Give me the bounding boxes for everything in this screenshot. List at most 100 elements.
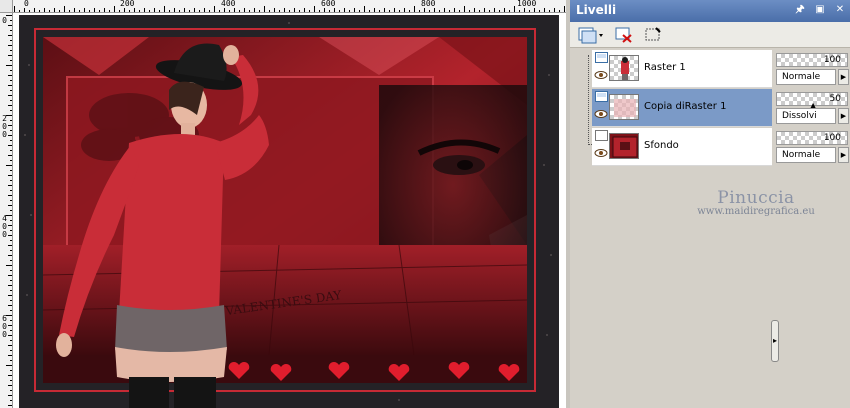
ruler-tick <box>509 10 510 12</box>
ruler-tick <box>119 10 120 12</box>
ruler-tick <box>489 10 490 12</box>
opacity-slider[interactable]: 100 <box>776 131 848 145</box>
ruler-tick <box>8 225 12 226</box>
ruler-tick <box>8 135 12 136</box>
ruler-tick <box>10 70 12 71</box>
image-canvas[interactable]: VALENTINE'S DAY <box>19 15 559 408</box>
ruler-tick <box>289 10 290 12</box>
ruler-tick <box>564 6 565 12</box>
ruler-tick <box>8 275 12 276</box>
new-layer-button[interactable] <box>578 25 604 45</box>
ruler-tick <box>344 8 345 12</box>
ruler-tick <box>114 6 115 12</box>
ruler-tick <box>444 8 445 12</box>
ruler-tick <box>44 8 45 12</box>
ruler-tick <box>234 8 235 12</box>
ruler-tick <box>10 40 12 41</box>
ruler-tick <box>10 290 12 291</box>
ruler-tick <box>359 10 360 12</box>
ruler-tick <box>219 10 220 12</box>
ruler-tick <box>304 8 305 12</box>
opacity-slider[interactable]: 50 ▲ <box>776 92 848 110</box>
ruler-tick <box>504 8 505 12</box>
palette-title: Livelli <box>576 3 617 17</box>
palette-titlebar[interactable]: Livelli 🖈︎ ▣ ✕ <box>570 0 850 22</box>
watermark-name: Pinuccia <box>717 188 795 208</box>
ruler-corner <box>0 0 13 13</box>
background-layer-icon <box>595 130 608 141</box>
ruler-tick <box>184 8 185 12</box>
ruler-tick <box>259 10 260 12</box>
layer-row-sfondo[interactable]: Sfondo <box>592 128 772 166</box>
ruler-tick <box>34 8 35 12</box>
visibility-eye-icon[interactable] <box>594 109 608 119</box>
ruler-tick <box>544 8 545 12</box>
ruler-tick <box>84 8 85 12</box>
ruler-tick <box>229 10 230 12</box>
ruler-tick <box>89 10 90 12</box>
ruler-tick <box>10 250 12 251</box>
ruler-tick <box>10 50 12 51</box>
ruler-tick <box>534 8 535 12</box>
blend-dropdown-arrow-icon[interactable]: ▶ <box>838 147 849 163</box>
ruler-tick <box>529 10 530 12</box>
ruler-tick <box>189 10 190 12</box>
ruler-tick <box>429 10 430 12</box>
ruler-tick <box>8 255 12 256</box>
ruler-tick <box>484 8 485 12</box>
layer-row-copia-diraster1[interactable]: Copia diRaster 1 <box>592 89 772 127</box>
ruler-tick <box>10 260 12 261</box>
ruler-tick <box>10 20 12 21</box>
ruler-tick <box>469 10 470 12</box>
blend-mode-select[interactable]: Normale <box>776 147 836 163</box>
ruler-tick <box>10 120 12 121</box>
ruler-label: 600 <box>321 0 336 8</box>
layer-props-raster1: 100 Normale ▶ <box>776 50 850 88</box>
ruler-label: 400 <box>2 214 7 239</box>
ruler-tick <box>10 160 12 161</box>
ruler-tick <box>209 10 210 12</box>
ruler-tick <box>404 8 405 12</box>
ruler-tick <box>354 8 355 12</box>
layer-row-raster1[interactable]: Raster 1 <box>592 50 772 88</box>
ruler-tick <box>29 10 30 12</box>
mask-button[interactable] <box>644 25 664 45</box>
visibility-eye-icon[interactable] <box>594 148 608 158</box>
pin-icon[interactable]: 🖈︎ <box>794 3 806 16</box>
minimize-icon[interactable]: ▣ <box>814 3 826 16</box>
layers-palette: Livelli 🖈︎ ▣ ✕ Raster 1 Copia diRaster 1… <box>566 0 850 408</box>
ruler-tick <box>519 10 520 12</box>
ruler-tick <box>10 390 12 391</box>
ruler-tick <box>10 370 12 371</box>
ruler-tick <box>174 8 175 12</box>
blend-dropdown-arrow-icon[interactable]: ▶ <box>838 69 849 85</box>
close-icon[interactable]: ✕ <box>834 3 846 16</box>
ruler-tick <box>6 65 12 66</box>
ruler-tick <box>6 115 12 116</box>
blend-dropdown-arrow-icon[interactable]: ▶ <box>838 108 849 124</box>
blend-mode-select[interactable]: Dissolvi <box>776 108 836 124</box>
ruler-tick <box>269 10 270 12</box>
ruler-tick <box>10 200 12 201</box>
ruler-tick <box>10 130 12 131</box>
opacity-value: 100 <box>823 133 841 143</box>
visibility-eye-icon[interactable] <box>594 70 608 80</box>
watermark-url: www.maidiregrafica.eu <box>697 206 815 217</box>
ruler-tick <box>10 280 12 281</box>
ruler-tick <box>8 185 12 186</box>
delete-layer-button[interactable] <box>614 25 634 45</box>
blend-mode-select[interactable]: Normale <box>776 69 836 85</box>
opacity-slider[interactable]: 100 <box>776 53 848 67</box>
ruler-tick <box>409 10 410 12</box>
ruler-tick <box>8 125 12 126</box>
ruler-tick <box>10 190 12 191</box>
ruler-tick <box>99 10 100 12</box>
ruler-tick <box>279 10 280 12</box>
ruler-label: 200 <box>120 0 135 8</box>
ruler-tick <box>284 8 285 12</box>
ruler-tick <box>8 75 12 76</box>
layer-name: Raster 1 <box>644 62 686 73</box>
ruler-tick <box>384 8 385 12</box>
ruler-tick <box>10 110 12 111</box>
ruler-tick <box>10 150 12 151</box>
